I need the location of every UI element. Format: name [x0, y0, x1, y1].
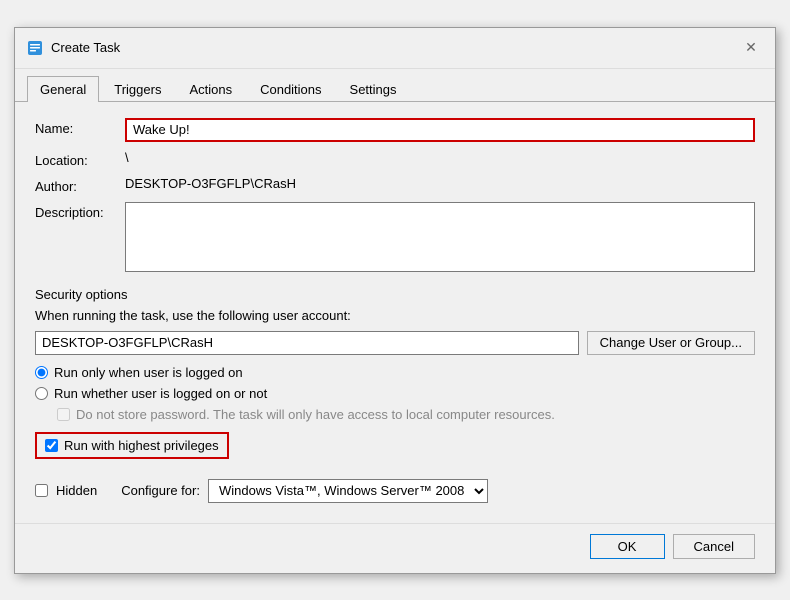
ok-button[interactable]: OK: [590, 534, 665, 559]
security-section-label: Security options: [35, 287, 755, 302]
tab-conditions[interactable]: Conditions: [247, 76, 334, 102]
cancel-button[interactable]: Cancel: [673, 534, 755, 559]
dialog-buttons: OK Cancel: [15, 523, 775, 573]
user-account-input[interactable]: [35, 331, 579, 355]
location-field: \: [125, 150, 755, 165]
do-not-store-label: Do not store password. The task will onl…: [76, 407, 555, 422]
tab-settings[interactable]: Settings: [337, 76, 410, 102]
title-bar-left: Create Task: [27, 40, 120, 56]
create-task-dialog: Create Task ✕ General Triggers Actions C…: [14, 27, 776, 574]
name-label: Name:: [35, 118, 125, 136]
do-not-store-checkbox[interactable]: [57, 408, 70, 421]
close-button[interactable]: ✕: [739, 36, 763, 60]
radio-logged-on-or-not-row: Run whether user is logged on or not: [35, 386, 755, 401]
configure-for-select[interactable]: Windows Vista™, Windows Server™ 2008 Win…: [208, 479, 488, 503]
dialog-content: Name: Location: \ Author: DESKTOP-O3FGFL…: [15, 102, 775, 519]
run-highest-container: Run with highest privileges: [35, 432, 755, 459]
radio-logged-on-label[interactable]: Run only when user is logged on: [54, 365, 243, 380]
location-row: Location: \: [35, 150, 755, 168]
author-field: DESKTOP-O3FGFLP\CRasH: [125, 176, 755, 191]
when-running-text: When running the task, use the following…: [35, 308, 755, 323]
footer-row: Hidden Configure for: Windows Vista™, Wi…: [35, 471, 755, 503]
author-value: DESKTOP-O3FGFLP\CRasH: [125, 173, 296, 194]
user-account-row: Change User or Group...: [35, 331, 755, 355]
change-user-button[interactable]: Change User or Group...: [587, 331, 755, 355]
location-label: Location:: [35, 150, 125, 168]
description-field: [125, 202, 755, 275]
radio-logged-on-row: Run only when user is logged on: [35, 365, 755, 380]
name-input[interactable]: [125, 118, 755, 142]
name-field: [125, 118, 755, 142]
configure-for-label: Configure for:: [121, 483, 200, 498]
tab-bar: General Triggers Actions Conditions Sett…: [15, 69, 775, 102]
dialog-title: Create Task: [51, 40, 120, 55]
radio-logged-on-or-not-label[interactable]: Run whether user is logged on or not: [54, 386, 267, 401]
description-label: Description:: [35, 202, 125, 220]
tab-triggers[interactable]: Triggers: [101, 76, 174, 102]
author-row: Author: DESKTOP-O3FGFLP\CRasH: [35, 176, 755, 194]
run-highest-label[interactable]: Run with highest privileges: [64, 438, 219, 453]
radio-logged-on[interactable]: [35, 366, 48, 379]
description-row: Description:: [35, 202, 755, 275]
location-value: \: [125, 147, 129, 168]
hidden-label[interactable]: Hidden: [56, 483, 97, 498]
name-row: Name:: [35, 118, 755, 142]
hidden-checkbox[interactable]: [35, 484, 48, 497]
author-label: Author:: [35, 176, 125, 194]
do-not-store-row: Do not store password. The task will onl…: [57, 407, 755, 422]
tab-general[interactable]: General: [27, 76, 99, 102]
description-textarea[interactable]: [125, 202, 755, 272]
run-highest-highlight-box: Run with highest privileges: [35, 432, 229, 459]
title-bar: Create Task ✕: [15, 28, 775, 69]
tab-actions[interactable]: Actions: [176, 76, 245, 102]
radio-logged-on-or-not[interactable]: [35, 387, 48, 400]
run-highest-checkbox[interactable]: [45, 439, 58, 452]
dialog-title-icon: [27, 40, 43, 56]
